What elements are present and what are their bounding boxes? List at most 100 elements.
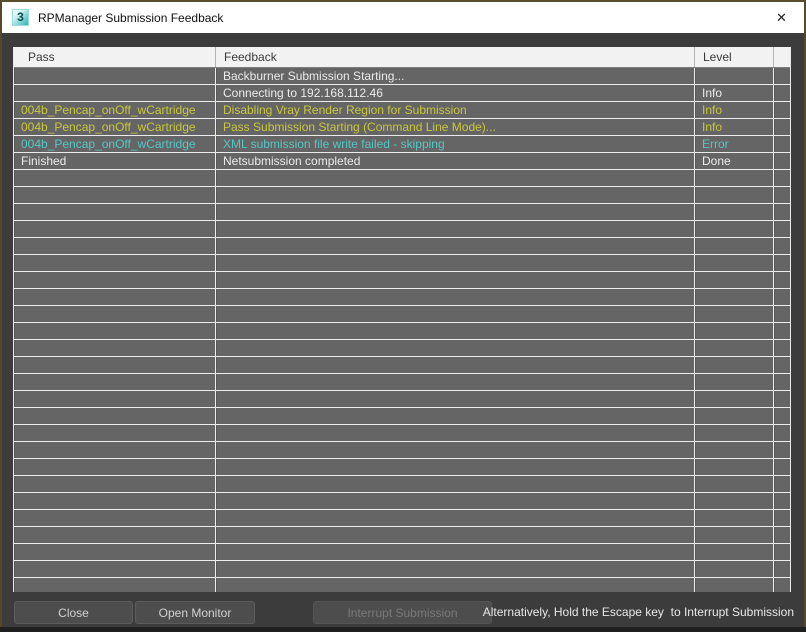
cell-spacer	[774, 527, 791, 544]
table-row[interactable]	[14, 544, 790, 561]
table-header-row: Pass Feedback Level	[14, 47, 790, 68]
table-row[interactable]	[14, 374, 790, 391]
cell-feedback: Backburner Submission Starting...	[216, 68, 695, 85]
cell-feedback	[216, 578, 695, 592]
cell-feedback	[216, 527, 695, 544]
column-header-spacer	[774, 47, 791, 67]
cell-spacer	[774, 578, 791, 592]
cell-spacer	[774, 544, 791, 561]
table-row[interactable]	[14, 510, 790, 527]
table-row[interactable]: Connecting to 192.168.112.46Info	[14, 85, 790, 102]
table-row[interactable]	[14, 187, 790, 204]
cell-feedback: Pass Submission Starting (Command Line M…	[216, 119, 695, 136]
table-row[interactable]	[14, 340, 790, 357]
table-row[interactable]	[14, 493, 790, 510]
cell-level	[695, 272, 774, 289]
cell-spacer	[774, 306, 791, 323]
cell-pass	[14, 85, 216, 102]
column-header-level[interactable]: Level	[695, 47, 774, 67]
table-row[interactable]	[14, 323, 790, 340]
table-body: Backburner Submission Starting...Connect…	[14, 68, 790, 592]
cell-level	[695, 374, 774, 391]
interrupt-submission-button[interactable]: Interrupt Submission	[313, 601, 492, 624]
table-row[interactable]	[14, 561, 790, 578]
cell-feedback	[216, 306, 695, 323]
table-row[interactable]	[14, 527, 790, 544]
cell-level	[695, 255, 774, 272]
feedback-table: Pass Feedback Level Backburner Submissio…	[13, 47, 791, 592]
cell-feedback	[216, 238, 695, 255]
column-header-pass[interactable]: Pass	[14, 47, 216, 67]
table-row[interactable]	[14, 289, 790, 306]
cell-level	[695, 527, 774, 544]
cell-pass	[14, 204, 216, 221]
table-row[interactable]: 004b_Pencap_onOff_wCartridgeXML submissi…	[14, 136, 790, 153]
cell-feedback	[216, 476, 695, 493]
cell-pass	[14, 238, 216, 255]
table-row[interactable]	[14, 255, 790, 272]
cell-spacer	[774, 357, 791, 374]
cell-pass: 004b_Pencap_onOff_wCartridge	[14, 102, 216, 119]
close-button[interactable]: Close	[14, 601, 133, 624]
cell-spacer	[774, 102, 791, 119]
cell-pass	[14, 408, 216, 425]
cell-pass	[14, 221, 216, 238]
table-row[interactable]	[14, 272, 790, 289]
open-monitor-button[interactable]: Open Monitor	[135, 601, 255, 624]
table-row[interactable]	[14, 442, 790, 459]
cell-pass: 004b_Pencap_onOff_wCartridge	[14, 136, 216, 153]
cell-pass	[14, 272, 216, 289]
table-row[interactable]	[14, 238, 790, 255]
cell-level	[695, 289, 774, 306]
cell-spacer	[774, 476, 791, 493]
cell-pass	[14, 425, 216, 442]
table-row[interactable]	[14, 170, 790, 187]
table-row[interactable]	[14, 476, 790, 493]
cell-level	[695, 170, 774, 187]
close-icon[interactable]: ✕	[759, 2, 804, 33]
cell-spacer	[774, 289, 791, 306]
cell-level: Info	[695, 119, 774, 136]
cell-spacer	[774, 136, 791, 153]
cell-spacer	[774, 204, 791, 221]
table-row[interactable]	[14, 425, 790, 442]
cell-spacer	[774, 391, 791, 408]
cell-pass	[14, 340, 216, 357]
cell-pass: 004b_Pencap_onOff_wCartridge	[14, 119, 216, 136]
cell-level	[695, 306, 774, 323]
cell-level	[695, 187, 774, 204]
cell-level	[695, 561, 774, 578]
cell-spacer	[774, 340, 791, 357]
cell-spacer	[774, 425, 791, 442]
cell-pass	[14, 544, 216, 561]
table-row[interactable]	[14, 391, 790, 408]
cell-feedback	[216, 221, 695, 238]
cell-level	[695, 578, 774, 592]
table-row[interactable]	[14, 408, 790, 425]
table-row[interactable]	[14, 459, 790, 476]
table-row[interactable]: Backburner Submission Starting...	[14, 68, 790, 85]
cell-pass	[14, 68, 216, 85]
cell-feedback	[216, 187, 695, 204]
cell-feedback	[216, 255, 695, 272]
cell-feedback	[216, 374, 695, 391]
table-row[interactable]: 004b_Pencap_onOff_wCartridgeDisabling Vr…	[14, 102, 790, 119]
table-row[interactable]	[14, 357, 790, 374]
table-row[interactable]: 004b_Pencap_onOff_wCartridgePass Submiss…	[14, 119, 790, 136]
cell-spacer	[774, 561, 791, 578]
cell-pass	[14, 578, 216, 592]
cell-level	[695, 68, 774, 85]
cell-spacer	[774, 153, 791, 170]
table-row[interactable]	[14, 578, 790, 592]
cell-feedback	[216, 493, 695, 510]
cell-spacer	[774, 272, 791, 289]
table-row[interactable]	[14, 221, 790, 238]
cell-feedback	[216, 204, 695, 221]
cell-spacer	[774, 374, 791, 391]
cell-spacer	[774, 170, 791, 187]
table-row[interactable]	[14, 204, 790, 221]
column-header-feedback[interactable]: Feedback	[216, 47, 695, 67]
table-row[interactable]	[14, 306, 790, 323]
table-row[interactable]: FinishedNetsubmission completedDone	[14, 153, 790, 170]
cell-pass	[14, 306, 216, 323]
